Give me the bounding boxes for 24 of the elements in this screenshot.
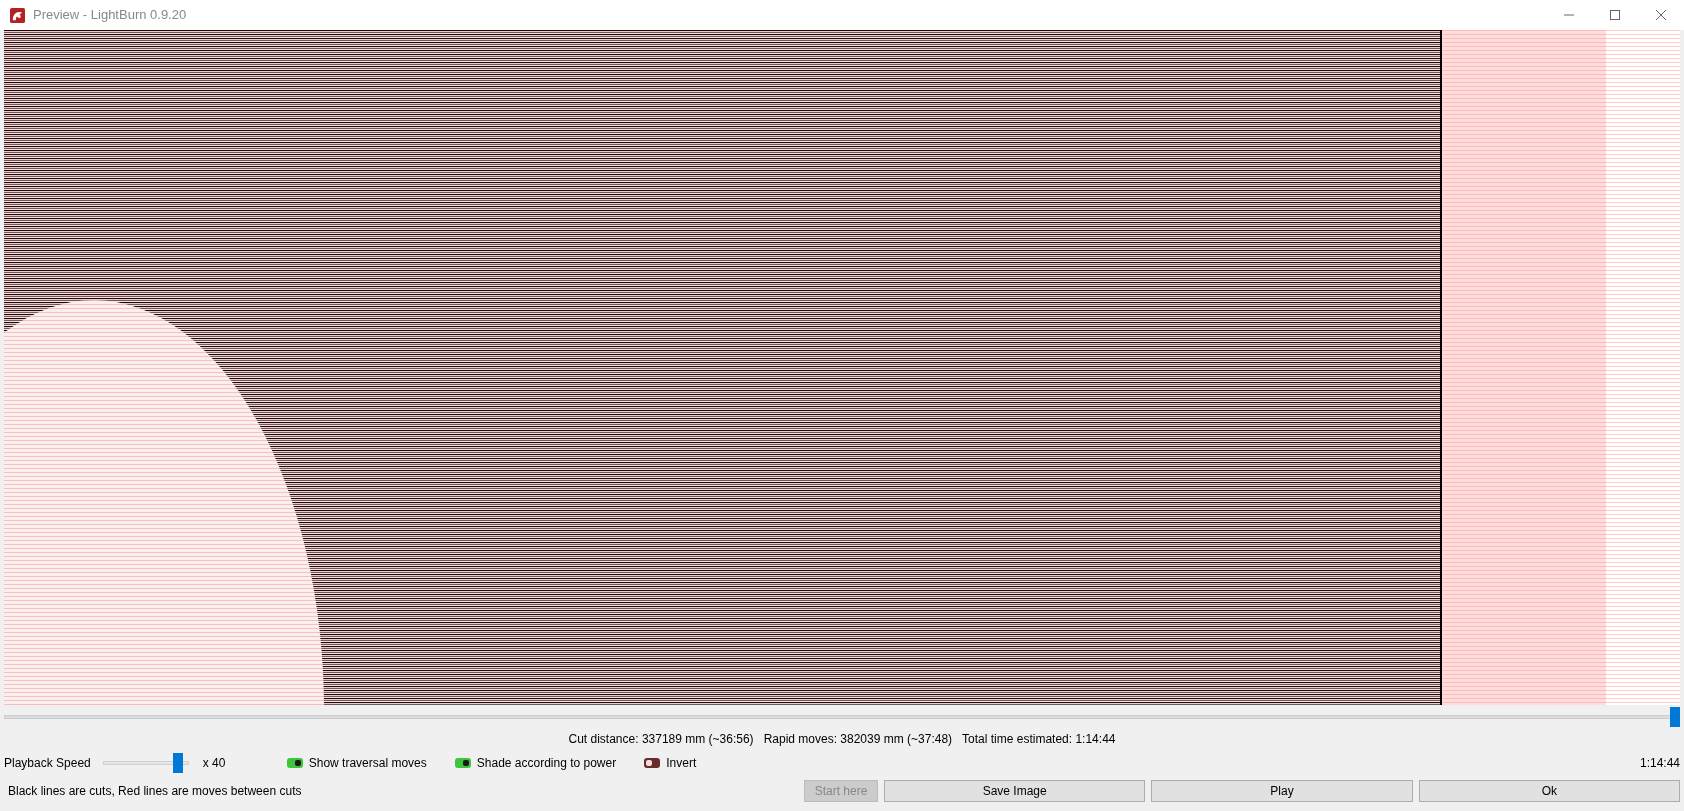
action-button[interactable]: Play (1151, 780, 1413, 802)
app-logo-icon (10, 7, 25, 23)
timeline-handle[interactable] (1670, 707, 1680, 727)
maximize-icon (1610, 10, 1620, 20)
slider-thumb[interactable] (172, 753, 183, 773)
stats-text: Cut distance: 337189 mm (~36:56) (568, 731, 754, 748)
timeline-slider[interactable] (4, 707, 1680, 727)
action-button[interactable]: Save Image (884, 780, 1146, 802)
stats-text: Total time estimated: 1:14:44 (962, 731, 1116, 748)
playback-speed-slider[interactable] (102, 753, 189, 773)
elapsed-time: 1:14:44 (1639, 755, 1680, 772)
legend-text: Black lines are cuts, Red lines are moves between cuts (8, 783, 303, 800)
close-icon (1656, 10, 1666, 20)
toggle-switch[interactable] (454, 758, 471, 768)
stats-text: Rapid moves: 382039 mm (~37:48) (763, 731, 953, 748)
toggle-switch[interactable] (286, 758, 303, 768)
playback-speed-label: Playback Speed (4, 755, 91, 772)
window-title: Preview - LightBurn 0.9.20 (33, 6, 187, 25)
toggle-label: Invert (666, 755, 697, 772)
toggle-switch[interactable] (644, 758, 661, 768)
toggle-label: Show traversal moves (308, 755, 427, 772)
action-button[interactable]: Ok (1418, 780, 1680, 802)
speed-multiplier: x 40 (202, 755, 227, 772)
toggle-label: Shade according to power (476, 755, 617, 772)
